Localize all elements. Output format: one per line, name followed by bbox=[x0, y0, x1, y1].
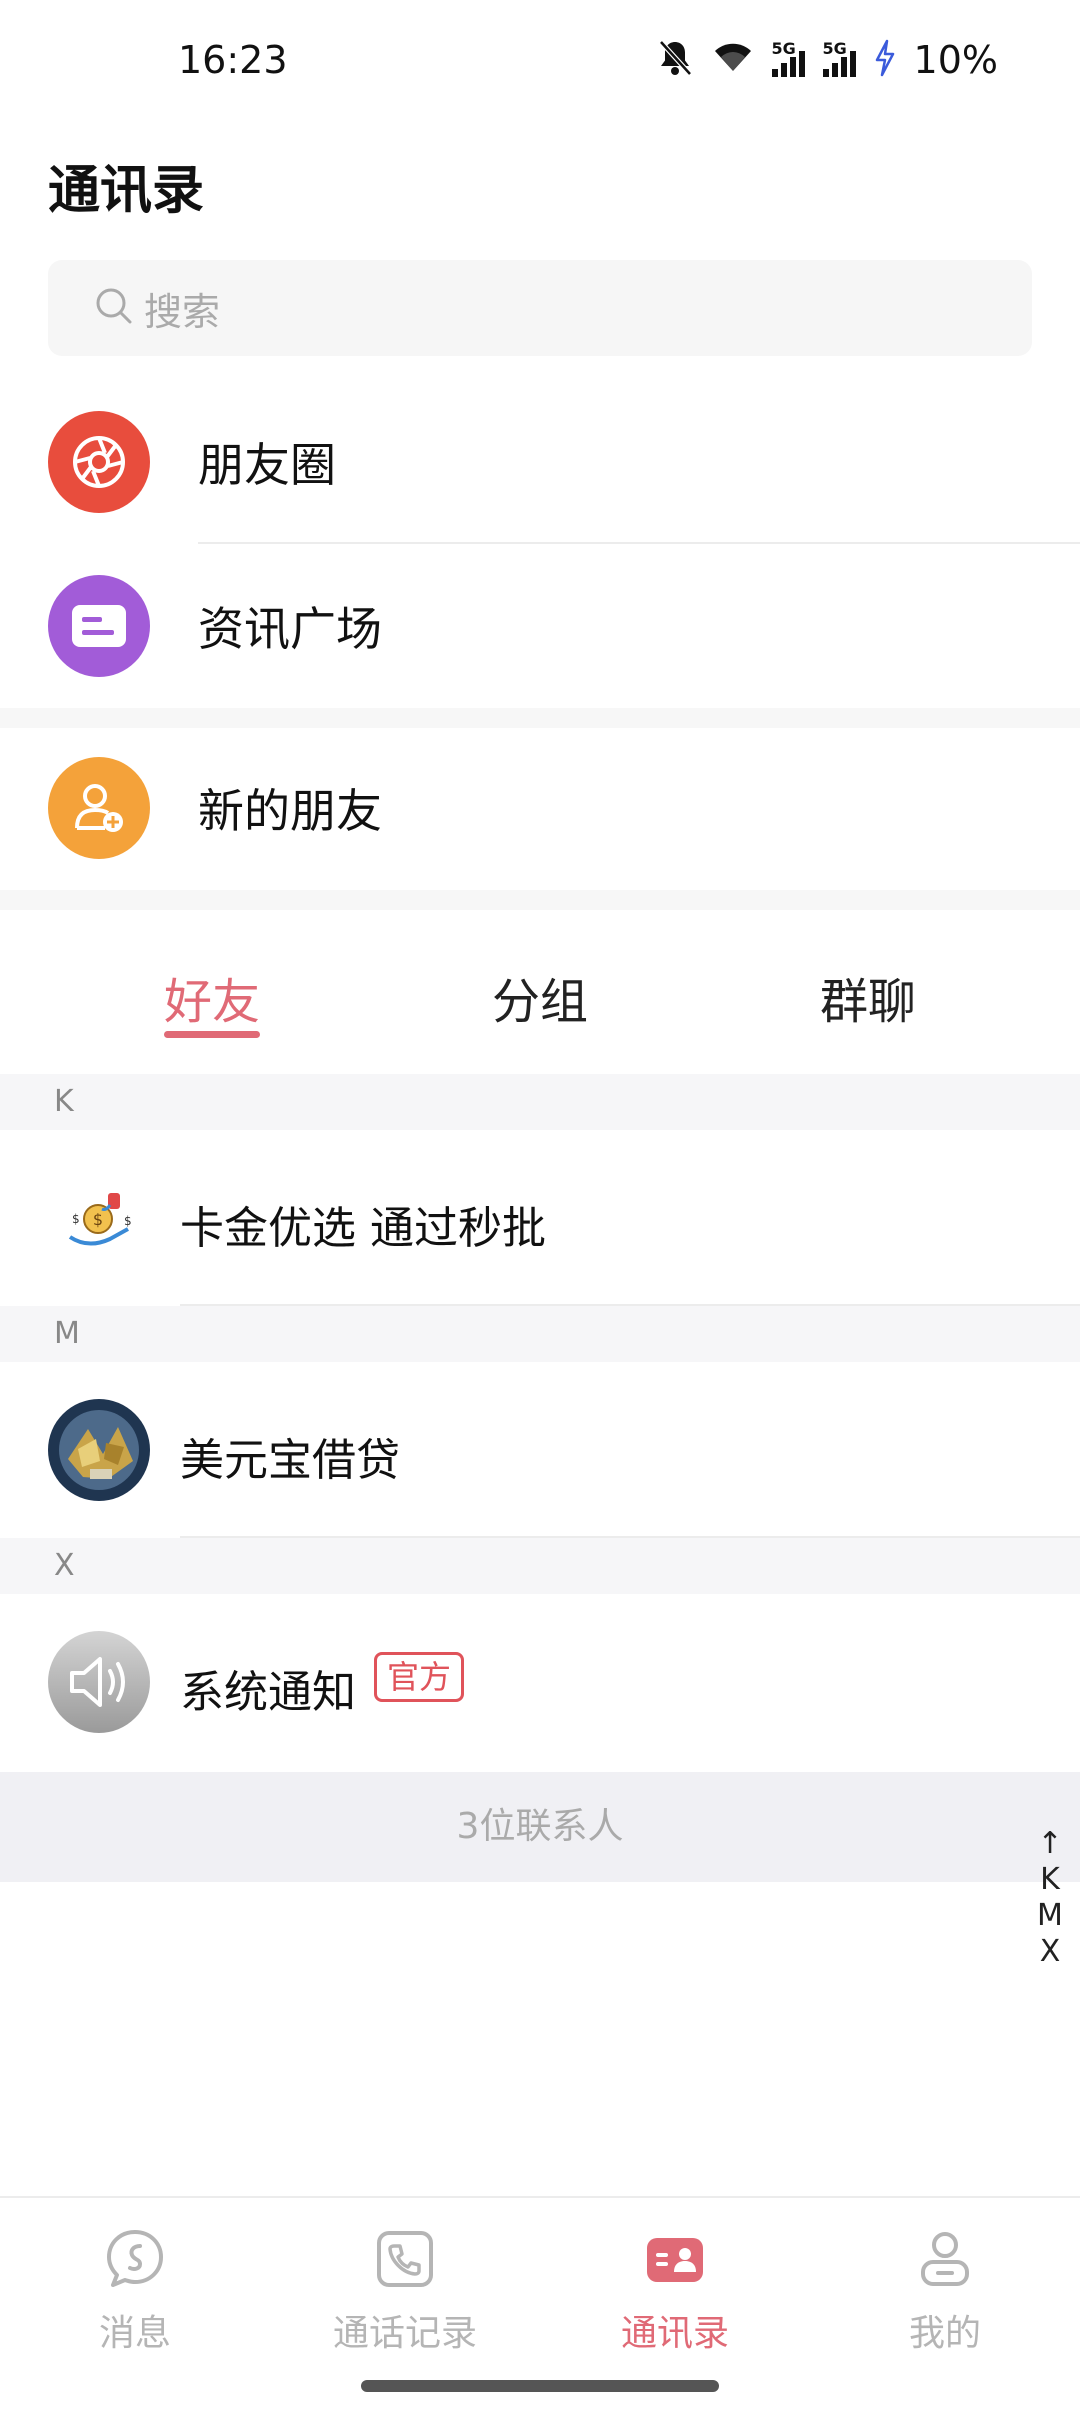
avatar bbox=[48, 1399, 150, 1501]
nav-label: 我的 bbox=[908, 2313, 981, 2354]
nav-call-log[interactable]: 通话记录 bbox=[295, 2228, 515, 2356]
contacts-screen: 16:23 5G 5G 10% 通讯录 搜索 朋友圈 资讯广场 新的朋友 好友 … bbox=[0, 0, 1080, 2412]
alphabet-index-bar[interactable]: ↑ K M X bbox=[1032, 1826, 1068, 1970]
index-letter-m[interactable]: M bbox=[1032, 1898, 1068, 1934]
letter-header-m: M bbox=[0, 1306, 1080, 1362]
entry-moments[interactable]: 朋友圈 bbox=[0, 382, 1080, 542]
tab-groups[interactable]: 分组 bbox=[440, 962, 640, 1032]
contact-row[interactable]: 系统通知 官方 bbox=[0, 1594, 1080, 1770]
svg-text:$: $ bbox=[93, 1210, 103, 1229]
entry-label: 新的朋友 bbox=[198, 784, 382, 838]
contact-tabs: 好友 分组 群聊 bbox=[0, 912, 1080, 1072]
contacts-icon bbox=[644, 2228, 706, 2290]
contact-name: 系统通知 bbox=[180, 1667, 356, 1718]
letter-header-label: X bbox=[54, 1548, 75, 1583]
nav-contacts[interactable]: 通讯录 bbox=[565, 2228, 785, 2356]
charging-bolt-icon bbox=[874, 39, 896, 81]
contact-row[interactable]: 美元宝借贷 bbox=[0, 1362, 1080, 1538]
letter-header-label: M bbox=[54, 1316, 80, 1351]
contact-row[interactable]: $ $ $ 卡金优选 通过秒批 bbox=[0, 1130, 1080, 1306]
nav-label: 通讯录 bbox=[620, 2313, 729, 2354]
divider bbox=[198, 542, 1080, 544]
search-placeholder: 搜索 bbox=[144, 289, 221, 334]
tab-group-chats[interactable]: 群聊 bbox=[768, 962, 968, 1032]
call-log-icon bbox=[374, 2228, 436, 2290]
page-title: 通讯录 bbox=[48, 161, 205, 221]
add-friend-icon bbox=[48, 757, 150, 859]
letter-header-x: X bbox=[0, 1538, 1080, 1594]
entry-label: 资讯广场 bbox=[198, 602, 382, 656]
index-letter-x[interactable]: X bbox=[1032, 1934, 1068, 1970]
home-indicator[interactable] bbox=[361, 2380, 719, 2392]
status-icons: 5G 5G 10% bbox=[656, 36, 998, 84]
section-gap bbox=[0, 708, 1080, 728]
svg-text:$: $ bbox=[124, 1214, 132, 1228]
section-gap bbox=[0, 890, 1080, 910]
message-icon bbox=[104, 2228, 166, 2290]
nav-profile[interactable]: 我的 bbox=[835, 2228, 1055, 2356]
signal-label-2: 5G bbox=[822, 39, 847, 58]
search-icon bbox=[94, 286, 134, 330]
svg-text:$: $ bbox=[72, 1212, 80, 1226]
index-letter-k[interactable]: K bbox=[1032, 1862, 1068, 1898]
entry-label: 朋友圈 bbox=[198, 438, 336, 492]
status-time: 16:23 bbox=[178, 38, 288, 82]
letter-header-k: K bbox=[0, 1074, 1080, 1130]
letter-header-label: K bbox=[54, 1084, 74, 1119]
nav-label: 消息 bbox=[98, 2313, 171, 2354]
battery-percent: 10% bbox=[913, 38, 998, 82]
tab-underline bbox=[164, 1031, 260, 1038]
search-input[interactable]: 搜索 bbox=[48, 260, 1032, 356]
entry-news-plaza[interactable]: 资讯广场 bbox=[0, 546, 1080, 706]
contact-count: 3位联系人 bbox=[0, 1772, 1080, 1882]
index-arrow[interactable]: ↑ bbox=[1032, 1826, 1068, 1862]
signal-label: 5G bbox=[771, 39, 796, 58]
entry-new-friends[interactable]: 新的朋友 bbox=[0, 728, 1080, 888]
official-badge: 官方 bbox=[374, 1652, 465, 1702]
signal-5g-icon: 5G bbox=[771, 39, 805, 77]
moments-icon bbox=[48, 411, 150, 513]
signal-5g-icon-2: 5G bbox=[822, 39, 856, 77]
speaker-icon bbox=[48, 1631, 150, 1733]
wifi-icon bbox=[712, 41, 754, 79]
profile-icon bbox=[914, 2228, 976, 2290]
contact-name: 卡金优选 通过秒批 bbox=[180, 1203, 546, 1254]
avatar: $ $ $ bbox=[48, 1167, 150, 1269]
tab-friends[interactable]: 好友 bbox=[112, 962, 312, 1032]
status-bar: 16:23 5G 5G 10% bbox=[0, 0, 1080, 120]
nav-label: 通话记录 bbox=[332, 2313, 477, 2354]
nav-messages[interactable]: 消息 bbox=[25, 2228, 245, 2356]
mute-bell-icon bbox=[656, 38, 694, 82]
contact-name: 美元宝借贷 bbox=[180, 1435, 400, 1486]
news-icon bbox=[48, 575, 150, 677]
